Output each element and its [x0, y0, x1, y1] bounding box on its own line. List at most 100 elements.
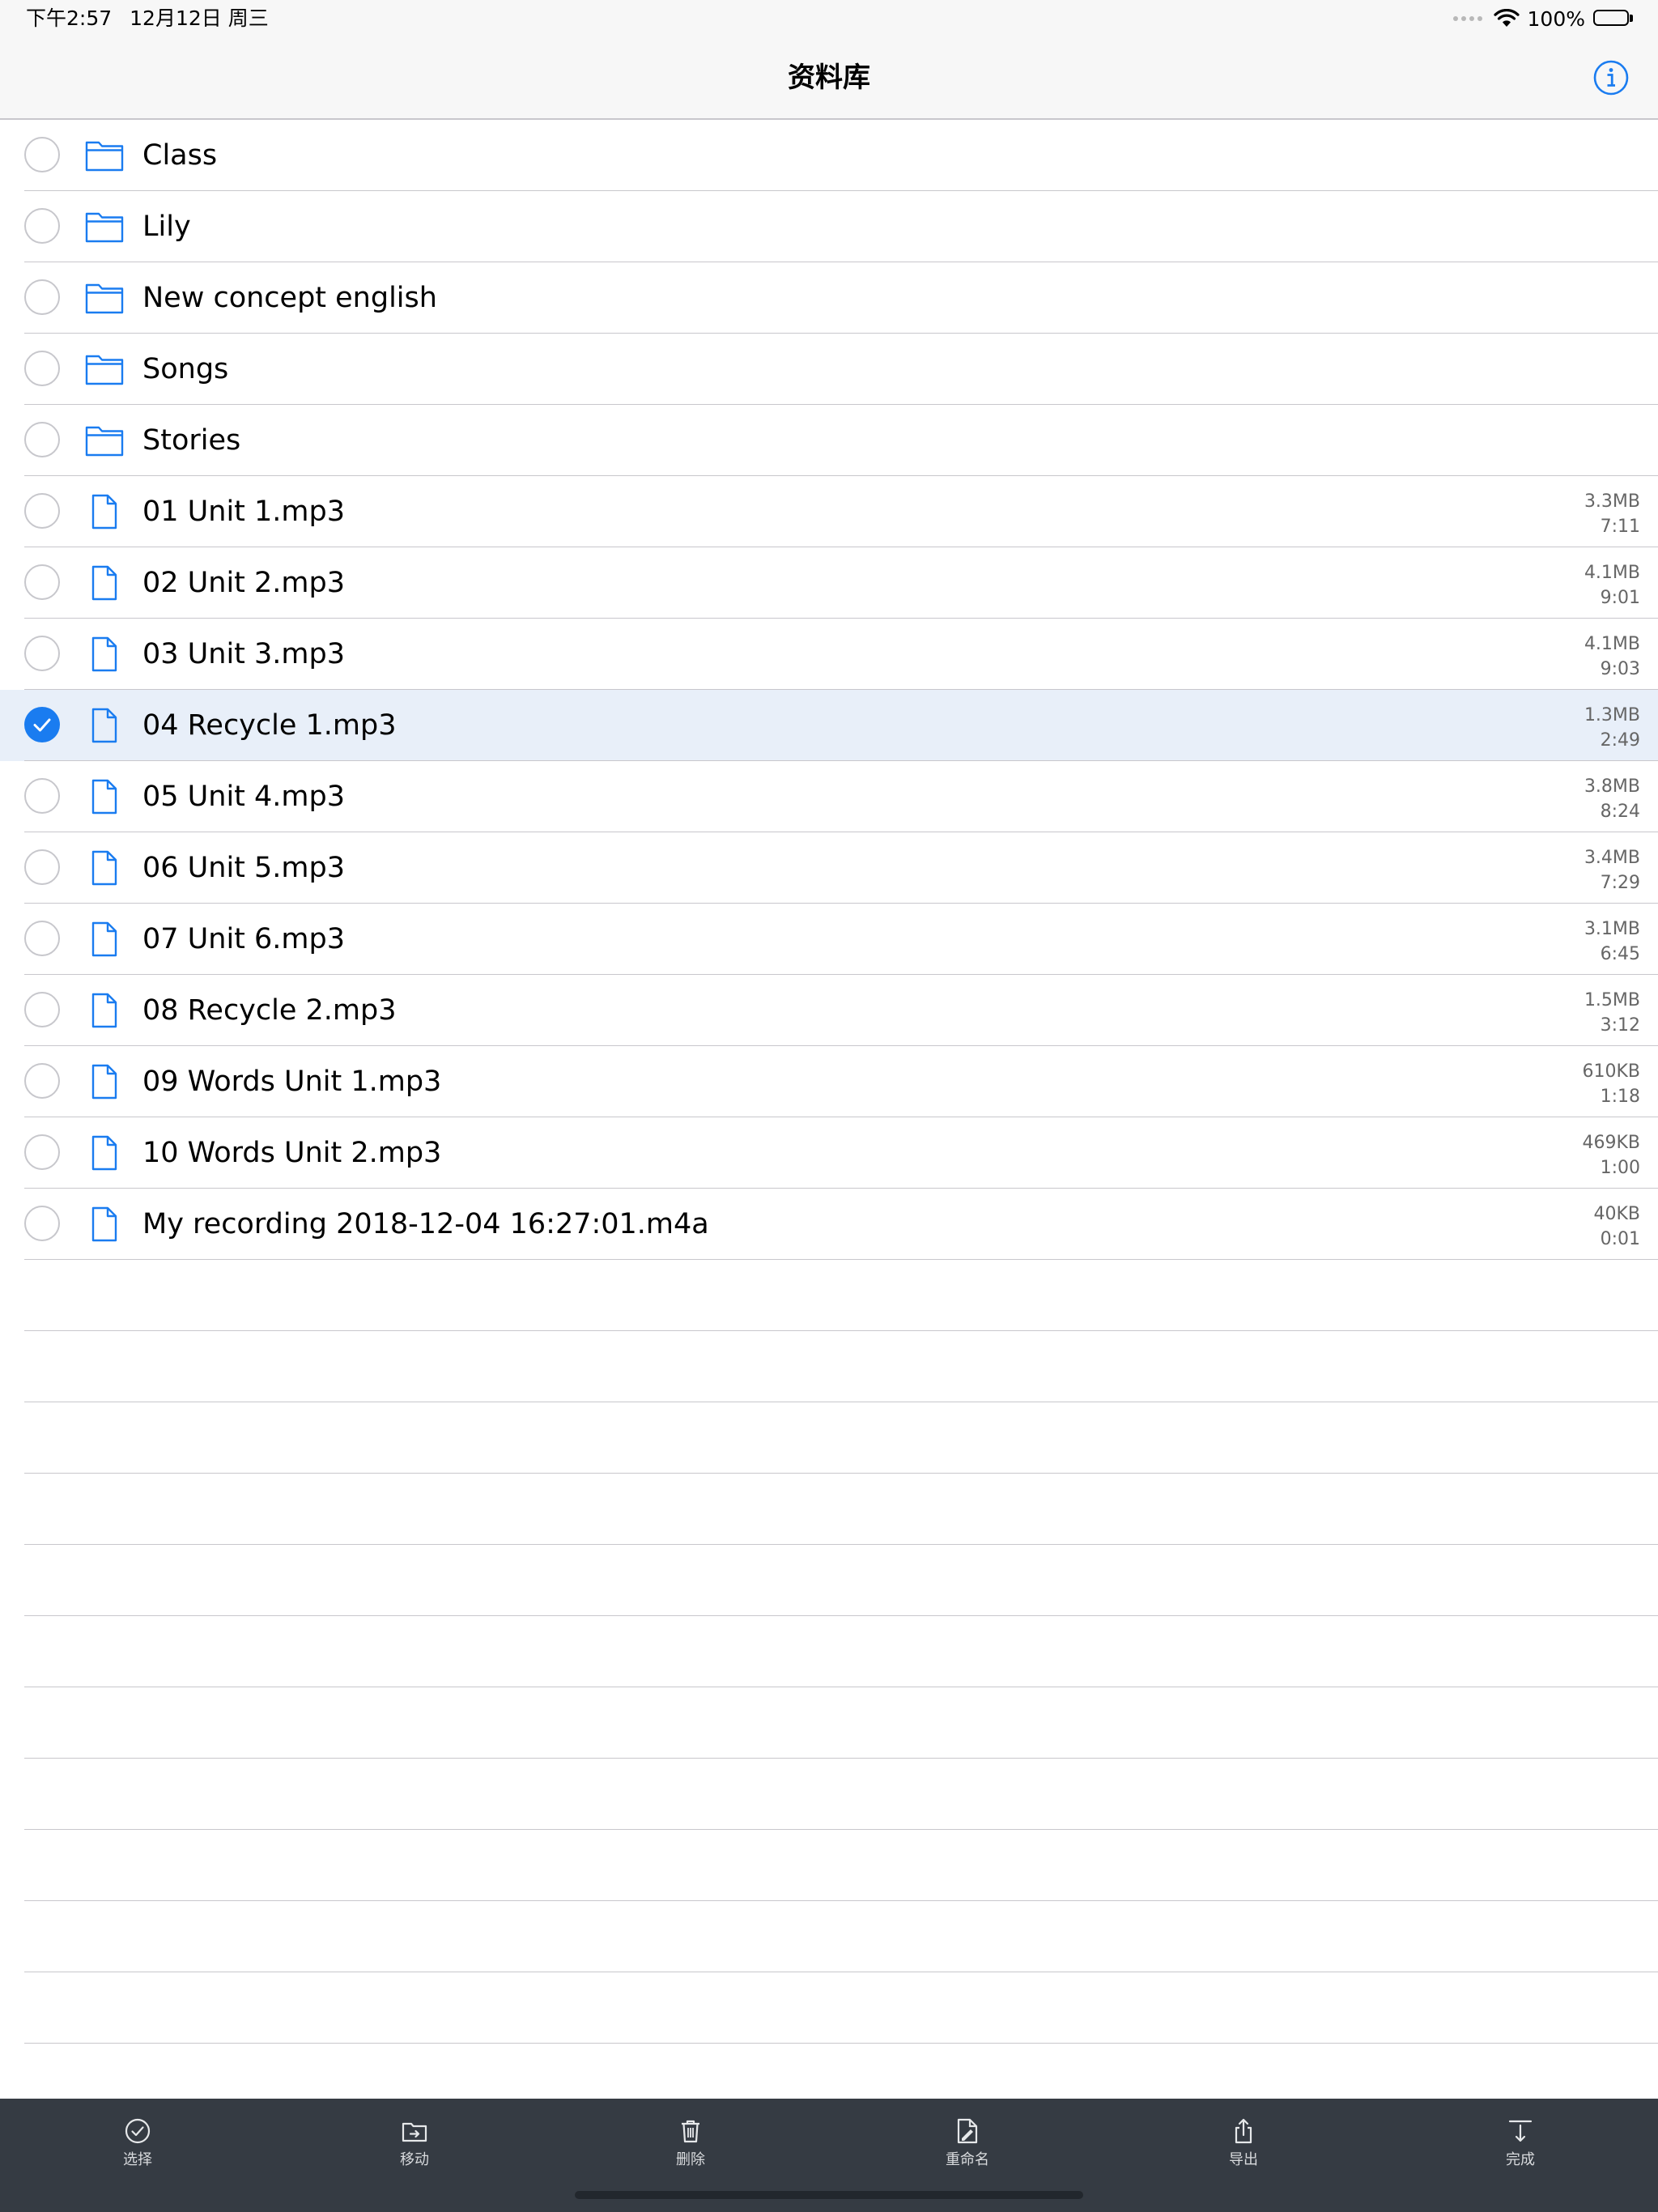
export-label: 导出: [1229, 2151, 1258, 2168]
file-row[interactable]: 02 Unit 2.mp3 4.1MB 9:01: [0, 547, 1658, 619]
cellular-signal-icon: [1452, 16, 1482, 21]
folder-icon: [84, 280, 125, 316]
selection-circle[interactable]: [24, 351, 60, 386]
file-row[interactable]: My recording 2018-12-04 16:27:01.m4a 40KB…: [0, 1189, 1658, 1260]
rename-button[interactable]: 重命名: [903, 2116, 1032, 2170]
file-size: 3.1MB: [1584, 919, 1640, 939]
file-meta: 3.8MB 8:24: [1584, 774, 1640, 824]
file-row[interactable]: 01 Unit 1.mp3 3.3MB 7:11: [0, 476, 1658, 547]
file-meta: 40KB 0:01: [1593, 1202, 1640, 1252]
file-meta: 3.3MB 7:11: [1584, 489, 1640, 539]
selection-circle[interactable]: [24, 493, 60, 529]
selection-circle[interactable]: [24, 1206, 60, 1241]
row-name: 02 Unit 2.mp3: [142, 567, 346, 599]
move-folder-icon: [402, 2122, 427, 2142]
done-label: 完成: [1506, 2151, 1535, 2168]
selection-circle[interactable]: [24, 1063, 60, 1099]
empty-row: [0, 1260, 1658, 1331]
file-size: 1.5MB: [1584, 990, 1640, 1010]
document-icon: [84, 1135, 125, 1171]
selection-circle[interactable]: [24, 564, 60, 600]
file-row[interactable]: 03 Unit 3.mp3 4.1MB 9:03: [0, 619, 1658, 690]
row-name: 07 Unit 6.mp3: [142, 923, 346, 955]
row-name: Stories: [142, 424, 241, 457]
file-row[interactable]: 07 Unit 6.mp3 3.1MB 6:45: [0, 904, 1658, 975]
empty-row: [0, 1474, 1658, 1545]
file-duration: 2:49: [1600, 730, 1640, 751]
move-button[interactable]: 移动: [350, 2116, 479, 2170]
file-meta: 4.1MB 9:03: [1584, 632, 1640, 682]
row-name: 01 Unit 1.mp3: [142, 496, 346, 528]
file-size: 610KB: [1582, 1061, 1640, 1082]
empty-row: [0, 1901, 1658, 1972]
selection-circle[interactable]: [24, 422, 60, 457]
file-meta: 4.1MB 9:01: [1584, 560, 1640, 610]
row-name: 06 Unit 5.mp3: [142, 852, 346, 884]
status-time: 下午2:57: [26, 6, 113, 30]
document-icon: [84, 636, 125, 672]
navigation-bar: 资料库: [0, 37, 1658, 120]
file-size: 3.4MB: [1584, 848, 1640, 868]
info-icon[interactable]: [1593, 60, 1629, 96]
document-icon: [84, 779, 125, 815]
file-row[interactable]: 09 Words Unit 1.mp3 610KB 1:18: [0, 1046, 1658, 1117]
row-name: 08 Recycle 2.mp3: [142, 994, 397, 1027]
empty-row: [0, 1830, 1658, 1901]
selection-circle[interactable]: [24, 279, 60, 315]
download-tray-icon: [1508, 2120, 1533, 2142]
file-duration: 1:00: [1600, 1158, 1640, 1178]
folder-row[interactable]: New concept english: [0, 262, 1658, 334]
status-bar: 下午2:57 12月12日 周三 100%: [0, 0, 1658, 37]
folder-icon: [84, 423, 125, 458]
file-duration: 7:11: [1600, 517, 1640, 537]
file-size: 3.8MB: [1584, 776, 1640, 797]
selection-circle[interactable]: [24, 137, 60, 172]
share-icon: [1235, 2118, 1252, 2144]
rename-document-icon: [957, 2118, 978, 2144]
rename-label: 重命名: [946, 2151, 989, 2168]
selection-circle[interactable]: [24, 992, 60, 1027]
selection-circle[interactable]: [24, 208, 60, 244]
empty-row: [0, 1331, 1658, 1402]
file-duration: 0:01: [1600, 1229, 1640, 1249]
file-duration: 7:29: [1600, 873, 1640, 893]
folder-row[interactable]: Lily: [0, 191, 1658, 262]
delete-label: 删除: [676, 2151, 705, 2168]
empty-row: [0, 1402, 1658, 1474]
export-button[interactable]: 导出: [1179, 2116, 1308, 2170]
folder-row[interactable]: Stories: [0, 405, 1658, 476]
file-row[interactable]: 05 Unit 4.mp3 3.8MB 8:24: [0, 761, 1658, 832]
empty-row: [0, 1545, 1658, 1616]
select-check-icon: [125, 2118, 151, 2144]
folder-icon: [84, 138, 125, 173]
file-meta: 1.5MB 3:12: [1584, 988, 1640, 1038]
empty-row: [0, 1759, 1658, 1830]
row-name: My recording 2018-12-04 16:27:01.m4a: [142, 1208, 709, 1240]
file-row[interactable]: 08 Recycle 2.mp3 1.5MB 3:12: [0, 975, 1658, 1046]
document-icon: [84, 921, 125, 957]
row-name: Songs: [142, 353, 229, 385]
selection-circle[interactable]: [24, 849, 60, 885]
file-row[interactable]: 06 Unit 5.mp3 3.4MB 7:29: [0, 832, 1658, 904]
row-name: Lily: [142, 211, 191, 243]
selection-circle[interactable]: [24, 921, 60, 956]
folder-row[interactable]: Class: [0, 120, 1658, 191]
selection-circle[interactable]: [24, 636, 60, 671]
row-name: 09 Words Unit 1.mp3: [142, 1066, 442, 1098]
row-name: 10 Words Unit 2.mp3: [142, 1137, 442, 1169]
empty-row: [0, 1616, 1658, 1687]
file-size: 469KB: [1582, 1133, 1640, 1153]
row-name: 03 Unit 3.mp3: [142, 638, 346, 670]
selection-circle[interactable]: [24, 1134, 60, 1170]
select-button[interactable]: 选择: [73, 2116, 202, 2170]
folder-row[interactable]: Songs: [0, 334, 1658, 405]
select-label: 选择: [123, 2151, 152, 2168]
file-meta: 1.3MB 2:49: [1584, 703, 1640, 753]
delete-button[interactable]: 删除: [626, 2116, 755, 2170]
file-row[interactable]: 10 Words Unit 2.mp3 469KB 1:00: [0, 1117, 1658, 1189]
file-row[interactable]: 04 Recycle 1.mp3 1.3MB 2:49: [0, 690, 1658, 761]
done-button[interactable]: 完成: [1456, 2116, 1585, 2170]
folder-icon: [84, 209, 125, 245]
selection-checkmark-icon[interactable]: [24, 707, 60, 742]
selection-circle[interactable]: [24, 778, 60, 814]
